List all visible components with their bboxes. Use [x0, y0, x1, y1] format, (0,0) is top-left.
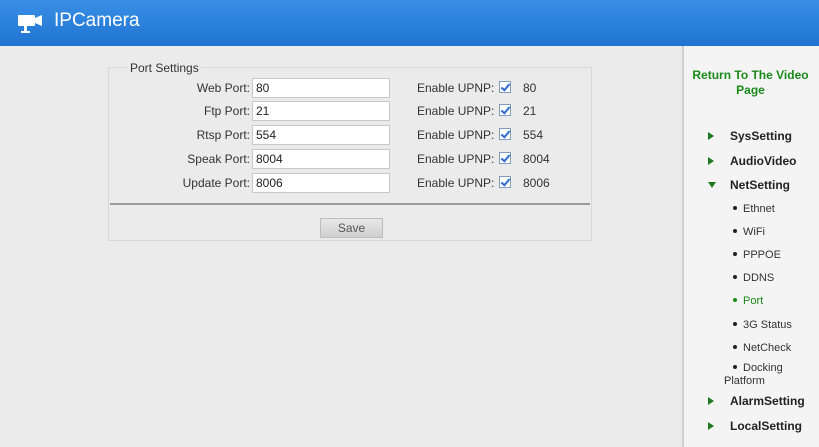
bullet-icon — [733, 252, 737, 257]
speak-port-label: Speak Port: — [187, 152, 250, 166]
sub-item-3g-status[interactable]: 3G Status — [733, 319, 792, 331]
form-divider — [110, 203, 590, 205]
sub-item-netcheck[interactable]: NetCheck — [733, 342, 791, 354]
update-port-input[interactable] — [252, 173, 390, 193]
web-port-label: Web Port: — [196, 81, 250, 95]
bullet-icon — [733, 275, 737, 280]
nav-sys-setting[interactable]: SysSetting — [730, 129, 792, 143]
nav-local-setting[interactable]: LocalSetting — [730, 419, 802, 433]
local-setting-arrow-icon — [708, 422, 714, 430]
sub-item-wifi[interactable]: WiFi — [733, 226, 765, 238]
rtsp-port-upnp-port: 554 — [523, 128, 544, 142]
net-setting-arrow-icon — [708, 182, 716, 188]
save-button[interactable]: Save — [320, 218, 383, 238]
rtsp-port-upnp-checkbox[interactable] — [499, 128, 511, 140]
sub-item-label: PPPOE — [743, 249, 781, 261]
alarm-setting-arrow-icon — [708, 397, 714, 405]
sub-item-label: NetCheck — [743, 342, 792, 354]
bullet-icon — [733, 322, 737, 327]
sub-item-ddns[interactable]: DDNS — [733, 272, 774, 284]
rtsp-port-input[interactable] — [252, 125, 390, 145]
ftp-port-upnp-port: 21 — [523, 104, 537, 118]
bullet-icon — [733, 345, 737, 350]
web-port-upnp-label: Enable UPNP: — [417, 81, 495, 95]
ftp-port-upnp-label: Enable UPNP: — [417, 104, 495, 118]
sub-item-label: DDNS — [743, 272, 775, 284]
camera-icon — [18, 15, 42, 33]
sub-item-label: 3G Status — [743, 319, 792, 331]
return-to-video-link[interactable]: Return To The Video Page — [684, 68, 817, 98]
bullet-icon — [733, 229, 737, 234]
app-title: IPCamera — [54, 10, 140, 31]
speak-port-upnp-checkbox[interactable] — [499, 152, 511, 164]
rtsp-port-upnp-label: Enable UPNP: — [417, 128, 495, 142]
speak-port-input[interactable] — [252, 149, 390, 169]
nav-alarm-setting[interactable]: AlarmSetting — [730, 394, 805, 408]
sub-item-label: WiFi — [743, 226, 765, 238]
port-settings-legend: Port Settings — [128, 61, 201, 75]
update-port-upnp-port: 8006 — [523, 176, 550, 190]
web-port-upnp-checkbox[interactable] — [499, 81, 511, 93]
sys-setting-arrow-icon — [708, 132, 714, 140]
nav-net-setting[interactable]: NetSetting — [730, 178, 790, 192]
sub-item-ethnet[interactable]: Ethnet — [733, 203, 775, 215]
ftp-port-upnp-checkbox[interactable] — [499, 104, 511, 116]
sub-item-label: Port — [743, 295, 764, 307]
bullet-icon — [733, 206, 737, 211]
app-header: IPCamera — [0, 0, 819, 46]
ftp-port-label: Ftp Port: — [203, 104, 250, 118]
ftp-port-input[interactable] — [252, 101, 390, 121]
bullet-icon — [733, 365, 737, 370]
sub-item-label: Ethnet — [743, 203, 775, 215]
web-port-input[interactable] — [252, 78, 390, 98]
web-port-upnp-port: 80 — [523, 81, 537, 95]
audio-video-arrow-icon — [708, 157, 714, 165]
sub-item-pppoe[interactable]: PPPOE — [733, 249, 781, 261]
update-port-upnp-checkbox[interactable] — [499, 176, 511, 188]
bullet-icon — [733, 298, 737, 303]
speak-port-upnp-port: 8004 — [523, 152, 550, 166]
rtsp-port-label: Rtsp Port: — [196, 128, 250, 142]
update-port-upnp-label: Enable UPNP: — [417, 176, 495, 190]
sub-item-port[interactable]: Port — [733, 295, 763, 307]
nav-audio-video[interactable]: AudioVideo — [730, 154, 796, 168]
speak-port-upnp-label: Enable UPNP: — [417, 152, 495, 166]
update-port-label: Update Port: — [182, 176, 250, 190]
sub-item-docking-platform[interactable]: Docking Platform — [724, 362, 814, 388]
